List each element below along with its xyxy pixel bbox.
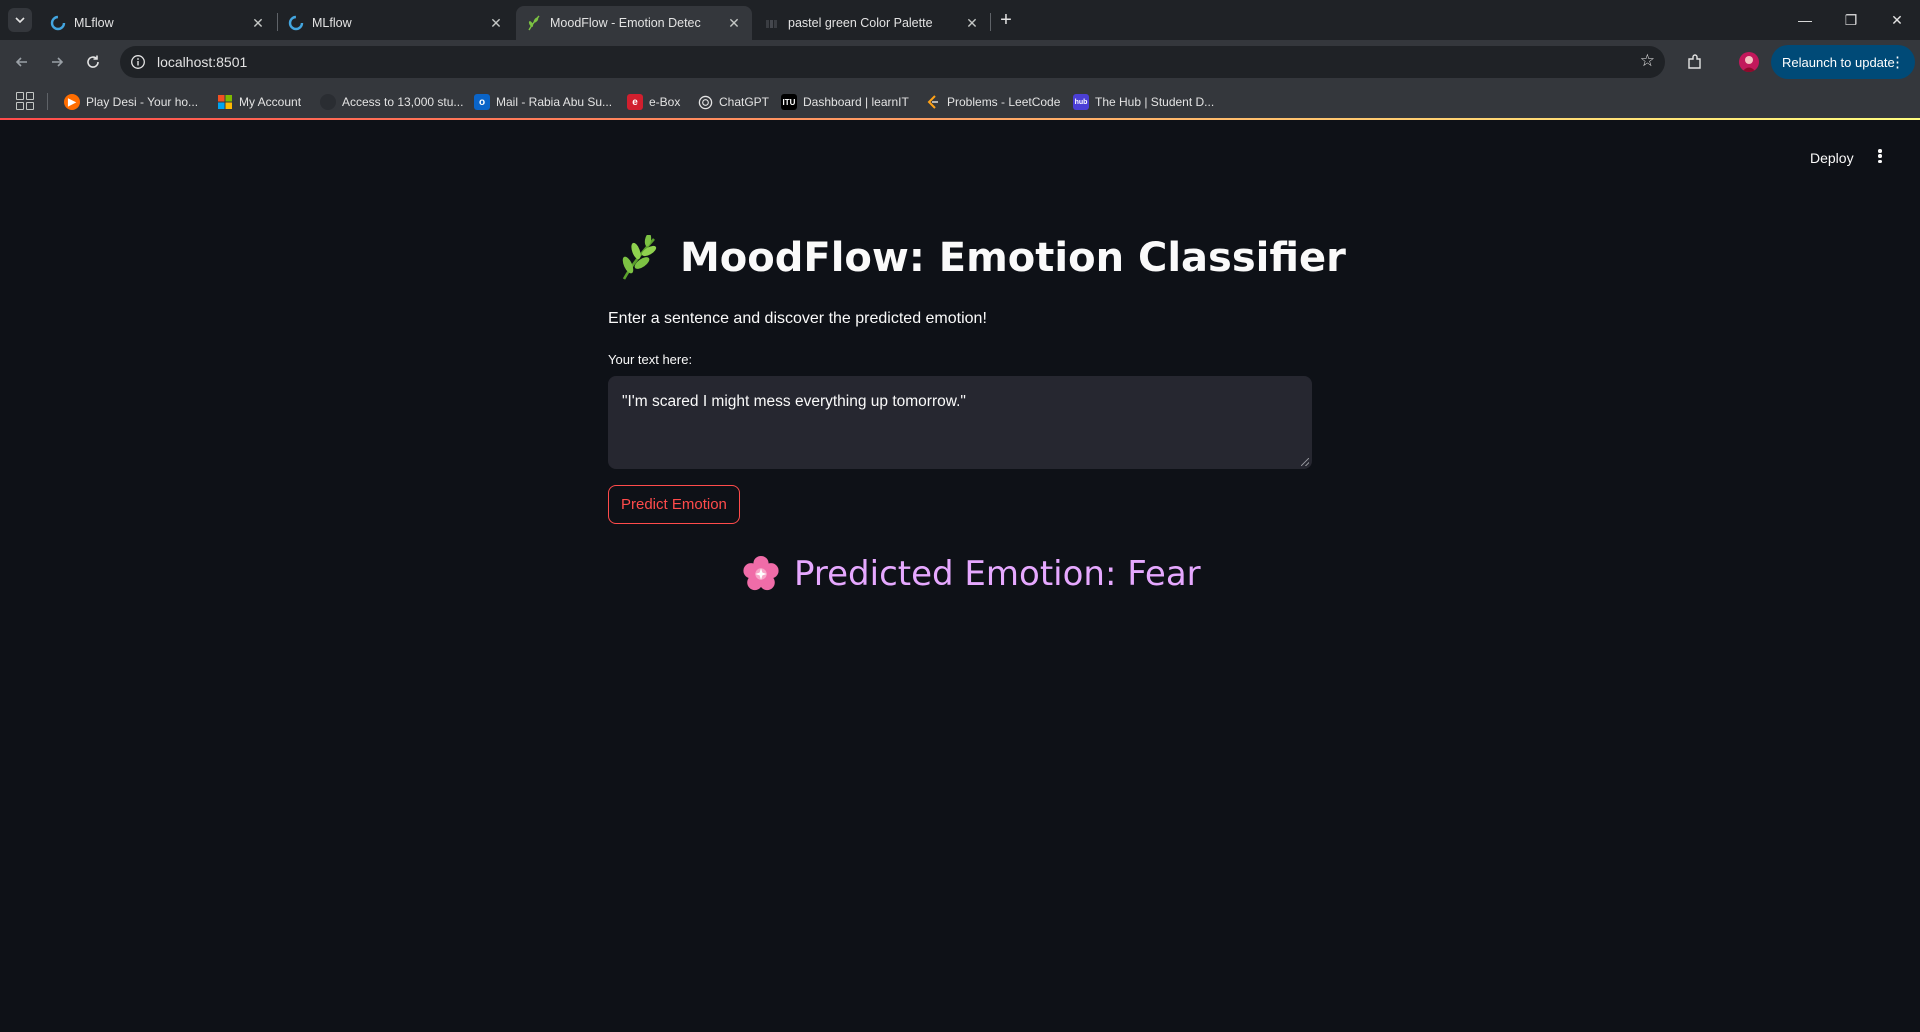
more-vert-icon[interactable]: ⋮ bbox=[1890, 53, 1905, 71]
bookmark-label: Access to 13,000 stu... bbox=[342, 95, 464, 109]
bookmark-access-13000[interactable]: Access to 13,000 stu... bbox=[320, 92, 463, 112]
bookmark-ebox[interactable]: e e-Box bbox=[627, 92, 680, 112]
cherry-blossom-icon bbox=[743, 555, 779, 591]
profile-avatar[interactable] bbox=[1739, 52, 1759, 72]
bookmark-star-icon[interactable]: ☆ bbox=[1640, 51, 1655, 71]
text-input-value: "I'm scared I might mess everything up t… bbox=[622, 393, 966, 410]
hub-icon: hub bbox=[1073, 94, 1089, 110]
leaf-icon bbox=[526, 15, 542, 31]
mlflow-icon bbox=[288, 15, 304, 31]
chatgpt-icon bbox=[697, 94, 713, 110]
bookmarks-divider bbox=[47, 93, 48, 110]
bookmarks-bar: ▶ Play Desi - Your ho... My Account Acce… bbox=[0, 84, 1920, 120]
globe-icon bbox=[320, 94, 336, 110]
bookmark-label: Play Desi - Your ho... bbox=[86, 95, 199, 109]
close-icon[interactable]: ✕ bbox=[250, 15, 266, 31]
forward-button[interactable] bbox=[45, 50, 69, 74]
bookmark-my-account[interactable]: My Account bbox=[217, 92, 301, 112]
text-input-area[interactable]: "I'm scared I might mess everything up t… bbox=[608, 376, 1312, 469]
text-input-label: Your text here: bbox=[608, 352, 693, 367]
browser-tab-strip: MLflow ✕ MLflow ✕ MoodFlow - Emotion Det… bbox=[0, 0, 1920, 40]
bookmark-label: ChatGPT bbox=[719, 95, 770, 109]
tab-title: MLflow bbox=[74, 16, 114, 30]
mlflow-icon bbox=[50, 15, 66, 31]
tab-mlflow-1[interactable]: MLflow ✕ bbox=[40, 6, 276, 40]
url-text: localhost:8501 bbox=[157, 54, 248, 70]
leetcode-icon bbox=[925, 94, 941, 110]
predicted-emotion-heading: Predicted Emotion: Fear bbox=[742, 554, 1201, 594]
main-menu-icon[interactable] bbox=[1872, 146, 1888, 166]
bookmark-label: My Account bbox=[239, 95, 302, 109]
predict-emotion-button[interactable]: Predict Emotion bbox=[608, 485, 740, 524]
bookmark-label: Problems - LeetCode bbox=[947, 95, 1061, 109]
apps-grid-icon[interactable] bbox=[16, 92, 34, 110]
minimize-button[interactable]: — bbox=[1782, 0, 1828, 40]
bookmark-learnit[interactable]: ITU Dashboard | learnIT bbox=[781, 92, 909, 112]
relaunch-label: Relaunch to update bbox=[1782, 54, 1895, 70]
new-tab-button[interactable]: + bbox=[994, 8, 1018, 32]
bookmark-the-hub[interactable]: hub The Hub | Student D... bbox=[1073, 92, 1214, 112]
tab-color-palette[interactable]: pastel green Color Palette ✕ bbox=[754, 6, 990, 40]
restore-button[interactable]: ❐ bbox=[1828, 0, 1874, 40]
resize-handle-icon[interactable] bbox=[1301, 458, 1309, 466]
extensions-icon[interactable] bbox=[1683, 50, 1707, 74]
tab-title: pastel green Color Palette bbox=[788, 16, 933, 30]
itu-icon: ITU bbox=[781, 94, 797, 110]
outlook-icon: o bbox=[474, 94, 490, 110]
predicted-emotion-text: Predicted Emotion: Fear bbox=[794, 554, 1201, 594]
play-icon: ▶ bbox=[64, 94, 80, 110]
microsoft-icon bbox=[217, 94, 233, 110]
bookmark-leetcode[interactable]: Problems - LeetCode bbox=[925, 92, 1060, 112]
deploy-button[interactable]: Deploy bbox=[1800, 144, 1864, 172]
bookmark-label: Dashboard | learnIT bbox=[803, 95, 909, 109]
window-close-button[interactable]: ✕ bbox=[1874, 0, 1920, 40]
page-title-text: MoodFlow: Emotion Classifier bbox=[680, 235, 1346, 281]
arrow-right-icon bbox=[52, 57, 64, 67]
address-bar[interactable]: localhost:8501 ☆ bbox=[120, 46, 1665, 78]
streamlit-app: Deploy MoodFlow: Emotion Classifier Ente… bbox=[0, 122, 1920, 1032]
chevron-down-icon bbox=[15, 17, 25, 24]
bookmark-label: Mail - Rabia Abu Su... bbox=[496, 95, 613, 109]
tab-moodflow[interactable]: MoodFlow - Emotion Detec ✕ bbox=[516, 6, 752, 40]
browser-toolbar: localhost:8501 ☆ Relaunch to update ⋮ bbox=[0, 40, 1920, 84]
site-info-icon[interactable] bbox=[128, 52, 148, 72]
page-subtitle: Enter a sentence and discover the predic… bbox=[608, 310, 987, 327]
relaunch-to-update-button[interactable]: Relaunch to update ⋮ bbox=[1771, 45, 1915, 79]
tab-search-button[interactable] bbox=[8, 8, 32, 32]
bookmark-label: e-Box bbox=[649, 95, 681, 109]
close-icon[interactable]: ✕ bbox=[964, 15, 980, 31]
reload-icon bbox=[87, 55, 99, 68]
tab-mlflow-2[interactable]: MLflow ✕ bbox=[278, 6, 514, 40]
page-title: MoodFlow: Emotion Classifier bbox=[616, 235, 1346, 281]
bookmark-mail[interactable]: o Mail - Rabia Abu Su... bbox=[474, 92, 612, 112]
arrow-left-icon bbox=[15, 57, 27, 67]
tab-divider bbox=[990, 13, 991, 31]
tab-title: MoodFlow - Emotion Detec bbox=[550, 16, 701, 30]
ebox-icon: e bbox=[627, 94, 643, 110]
close-icon[interactable]: ✕ bbox=[488, 15, 504, 31]
tab-title: MLflow bbox=[312, 16, 352, 30]
herb-icon bbox=[622, 235, 657, 280]
reload-button[interactable] bbox=[81, 50, 105, 74]
bookmark-play-desi[interactable]: ▶ Play Desi - Your ho... bbox=[64, 92, 198, 112]
palette-icon bbox=[764, 15, 780, 31]
back-button[interactable] bbox=[10, 50, 34, 74]
close-icon[interactable]: ✕ bbox=[726, 15, 742, 31]
bookmark-label: The Hub | Student D... bbox=[1095, 95, 1215, 109]
bookmark-chatgpt[interactable]: ChatGPT bbox=[697, 92, 769, 112]
